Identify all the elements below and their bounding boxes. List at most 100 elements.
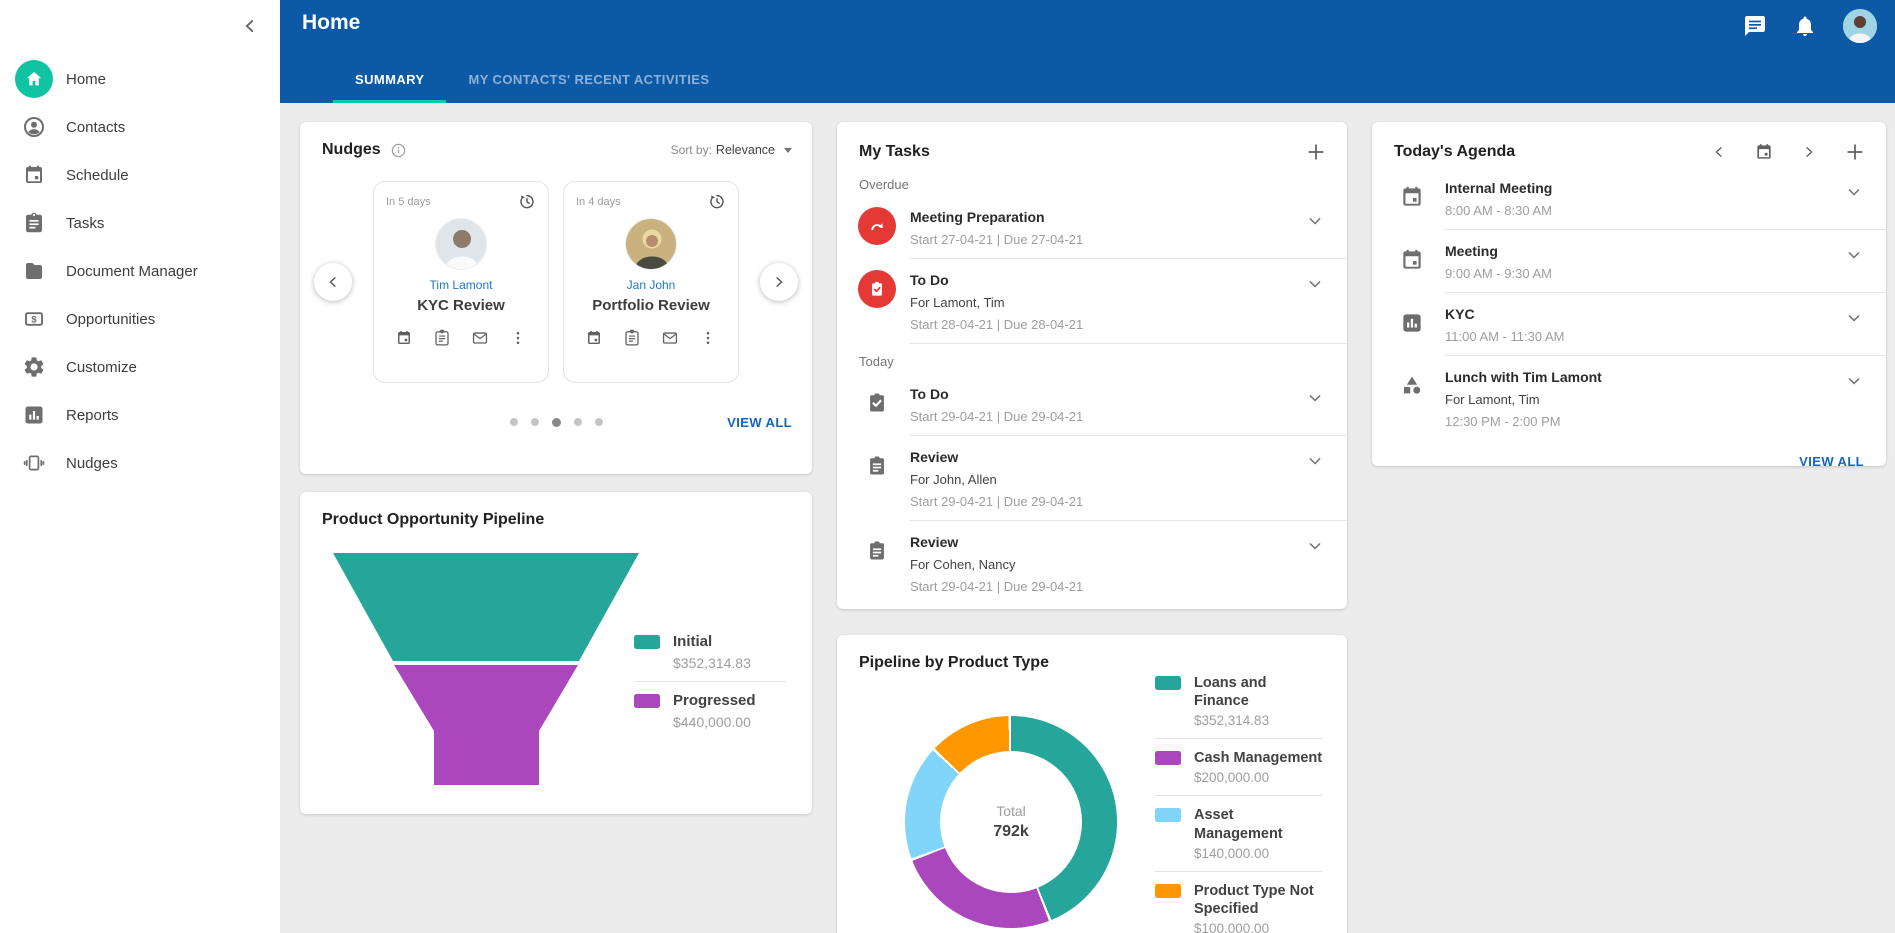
task-row[interactable]: Meeting Preparation Start 27-04-21 | Due… xyxy=(837,196,1347,259)
pipeline-by-product-type-card: Pipeline by Product Type Total 792k Loan… xyxy=(837,635,1347,933)
nudge-due-label: In 5 days xyxy=(386,196,431,208)
legend-swatch xyxy=(634,635,660,649)
todays-agenda-card: Today's Agenda Internal Meeting 8:00 AM … xyxy=(1372,122,1886,466)
calendar-icon[interactable] xyxy=(585,329,603,347)
legend-swatch xyxy=(1155,676,1181,690)
donut-ring: Total 792k xyxy=(905,716,1117,928)
carousel-dot[interactable] xyxy=(574,418,582,426)
task-icon[interactable] xyxy=(433,329,451,347)
tasks-section-label: Today xyxy=(837,344,1347,373)
funnel-legend: Initial $352,314.83 Progressed $440,000.… xyxy=(634,623,786,740)
mail-icon[interactable] xyxy=(471,329,489,347)
legend-item: Initial $352,314.83 xyxy=(634,623,786,681)
sidebar-item-label: Home xyxy=(66,71,106,88)
more-icon[interactable] xyxy=(509,329,527,347)
calendar-icon xyxy=(1392,240,1432,280)
calendar-icon[interactable] xyxy=(395,329,413,347)
chevron-left-icon xyxy=(324,273,342,291)
sidebar-item-label: Document Manager xyxy=(66,263,198,280)
carousel-next-button[interactable] xyxy=(760,263,798,301)
bell-icon xyxy=(1793,14,1817,38)
agenda-row[interactable]: KYC 11:00 AM - 11:30 AM xyxy=(1372,293,1886,356)
agenda-calendar-button[interactable] xyxy=(1754,142,1774,162)
task-row[interactable]: Review For Cohen, Nancy Start 29-04-21 |… xyxy=(837,521,1347,606)
nudges-card: Nudges Sort by: Relevance In 5 days xyxy=(300,122,812,474)
tab-my-contacts-recent-activities[interactable]: MY CONTACTS' RECENT ACTIVITIES xyxy=(446,55,731,103)
task-row[interactable]: Review For John, Allen Start 29-04-21 | … xyxy=(837,436,1347,521)
sidebar-item-label: Customize xyxy=(66,359,137,376)
carousel-dot[interactable] xyxy=(531,418,539,426)
task-row[interactable]: To Do Start 29-04-21 | Due 29-04-21 xyxy=(837,373,1347,436)
agenda-add-button[interactable] xyxy=(1844,141,1866,163)
sidebar-item-contacts[interactable]: Contacts xyxy=(0,103,280,151)
user-avatar[interactable] xyxy=(1843,9,1877,43)
chevron-down-icon[interactable] xyxy=(1844,245,1864,265)
carousel-prev-button[interactable] xyxy=(314,263,352,301)
review-icon xyxy=(857,531,897,571)
legend-item: Cash Management $200,000.00 xyxy=(1155,738,1323,795)
agenda-row[interactable]: Internal Meeting 8:00 AM - 8:30 AM xyxy=(1372,167,1886,230)
nudges-view-all-button[interactable]: VIEW ALL xyxy=(727,415,792,430)
chevron-down-icon[interactable] xyxy=(1305,274,1325,294)
contact-name-link[interactable]: Tim Lamont xyxy=(386,278,536,292)
tasks-list: Overdue Meeting Preparation Start 27-04-… xyxy=(837,167,1347,606)
nudge-card[interactable]: In 4 days Jan John Portfolio Review xyxy=(563,181,739,383)
nudge-card[interactable]: In 5 days Tim Lamont KYC Review xyxy=(373,181,549,383)
history-icon xyxy=(707,192,726,211)
carousel-dot[interactable] xyxy=(595,418,603,426)
agenda-row[interactable]: Lunch with Tim Lamont For Lamont, Tim 12… xyxy=(1372,356,1886,441)
task-row[interactable]: To Do For Lamont, Tim Start 28-04-21 | D… xyxy=(837,259,1347,344)
my-tasks-card: My Tasks Overdue Meeting Preparation Sta… xyxy=(837,122,1347,609)
donut-title: Pipeline by Product Type xyxy=(859,654,1049,672)
chat-button[interactable] xyxy=(1743,14,1767,38)
chevron-down-icon[interactable] xyxy=(1305,536,1325,556)
chevron-down-icon[interactable] xyxy=(1844,371,1864,391)
sidebar-item-customize[interactable]: Customize xyxy=(0,343,280,391)
info-icon[interactable] xyxy=(390,142,407,159)
calendar-icon xyxy=(1392,177,1432,217)
sidebar-item-nudges[interactable]: Nudges xyxy=(0,439,280,487)
more-icon[interactable] xyxy=(699,329,717,347)
donut-legend: Loans and Finance $352,314.83 Cash Manag… xyxy=(1155,664,1323,933)
agenda-row[interactable]: Meeting 9:00 AM - 9:30 AM xyxy=(1372,230,1886,293)
sidebar-item-opportunities[interactable]: $ Opportunities xyxy=(0,295,280,343)
carousel-dot[interactable] xyxy=(552,418,561,427)
sidebar-item-schedule[interactable]: Schedule xyxy=(0,151,280,199)
funnel-initial-segment xyxy=(333,553,639,661)
schedule-icon xyxy=(14,155,54,195)
contacts-icon xyxy=(14,107,54,147)
chevron-down-icon[interactable] xyxy=(1305,211,1325,231)
svg-text:$: $ xyxy=(31,314,37,325)
nudges-title: Nudges xyxy=(322,141,381,159)
page-title: Home xyxy=(302,11,360,35)
sort-by-dropdown[interactable]: Sort by: Relevance xyxy=(671,143,792,157)
notifications-button[interactable] xyxy=(1793,14,1817,38)
carousel-dot[interactable] xyxy=(510,418,518,426)
chevron-down-icon[interactable] xyxy=(1305,451,1325,471)
add-task-button[interactable] xyxy=(1305,141,1327,163)
sidebar-nav: Home Contacts Schedule Tasks Document Ma… xyxy=(0,55,280,487)
legend-item: Asset Management $140,000.00 xyxy=(1155,795,1323,870)
tab-summary[interactable]: SUMMARY xyxy=(333,55,446,103)
mail-icon[interactable] xyxy=(661,329,679,347)
tasks-icon xyxy=(14,203,54,243)
sidebar-item-document-manager[interactable]: Document Manager xyxy=(0,247,280,295)
chevron-down-icon[interactable] xyxy=(1305,388,1325,408)
dollar-icon: $ xyxy=(14,299,54,339)
agenda-next-day-button[interactable] xyxy=(1800,143,1818,161)
agenda-prev-day-button[interactable] xyxy=(1710,143,1728,161)
sidebar-item-tasks[interactable]: Tasks xyxy=(0,199,280,247)
history-icon xyxy=(517,192,536,211)
agenda-title: Today's Agenda xyxy=(1394,143,1515,161)
sidebar-item-home[interactable]: Home xyxy=(0,55,280,103)
sidebar-collapse-button[interactable] xyxy=(236,12,264,40)
contact-name-link[interactable]: Jan John xyxy=(576,278,726,292)
chevron-down-icon[interactable] xyxy=(1844,182,1864,202)
home-icon xyxy=(14,59,54,99)
task-icon[interactable] xyxy=(623,329,641,347)
agenda-view-all-button[interactable]: VIEW ALL xyxy=(1799,454,1864,466)
sidebar-item-reports[interactable]: Reports xyxy=(0,391,280,439)
caret-down-icon xyxy=(784,148,792,153)
chevron-down-icon[interactable] xyxy=(1844,308,1864,328)
donut-center: Total 792k xyxy=(940,751,1082,893)
